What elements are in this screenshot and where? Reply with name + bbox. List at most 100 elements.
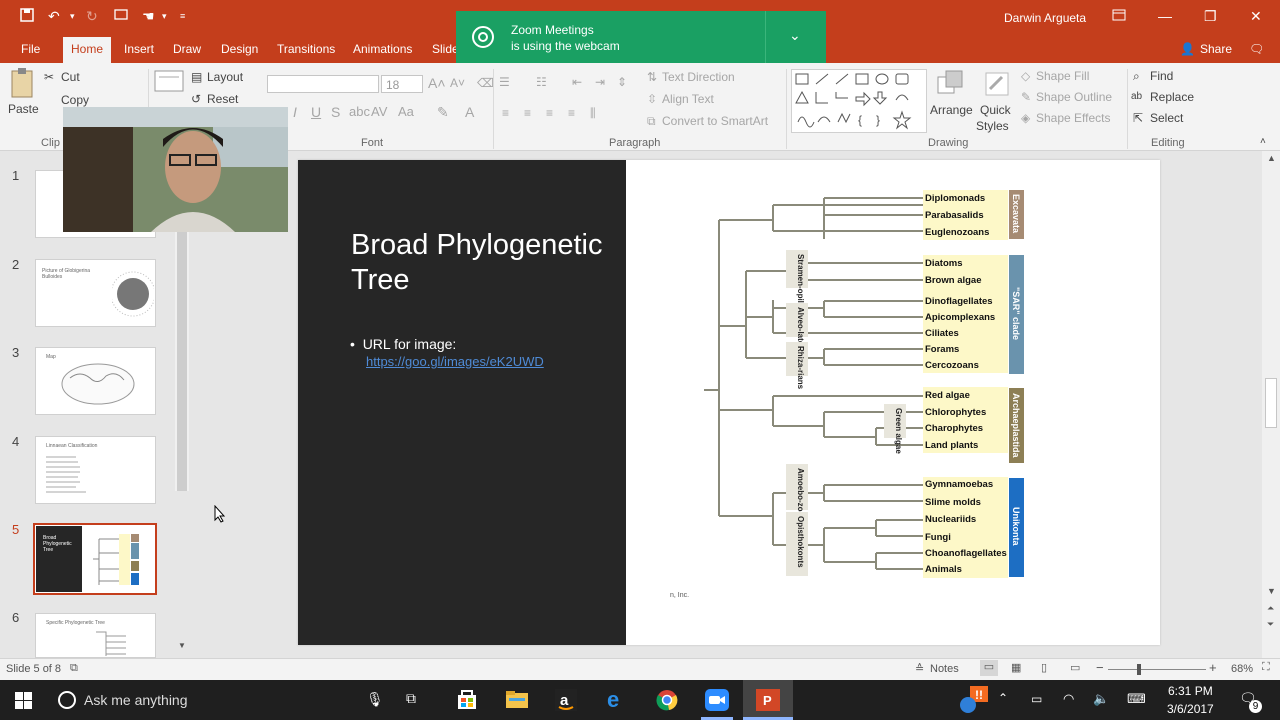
paste-button[interactable]: Paste (8, 102, 39, 116)
zoom-slider-thumb[interactable] (1137, 664, 1141, 675)
new-slide-icon[interactable] (154, 69, 184, 96)
text-direction-button[interactable]: Text Direction (662, 70, 735, 84)
quick-styles-button-line2[interactable]: Styles (976, 119, 1009, 133)
show-hidden-icons[interactable]: ⌃ (998, 691, 1008, 705)
tab-animations[interactable]: Animations (353, 41, 412, 57)
share-icon[interactable]: 👤 (1180, 41, 1195, 57)
font-family-field[interactable] (267, 75, 379, 93)
chevron-down-icon[interactable]: ⌄ (789, 27, 801, 44)
task-view-icon[interactable]: ⧉ (406, 690, 416, 707)
slide-sorter-icon[interactable]: ▦ (1011, 661, 1021, 674)
paste-icon[interactable] (9, 67, 35, 104)
chrome-icon[interactable] (656, 689, 678, 711)
font-color-icon[interactable]: A (465, 105, 474, 119)
windows-start-icon[interactable] (15, 692, 32, 709)
zoom-slider[interactable] (1108, 669, 1206, 670)
shape-fill-button[interactable]: Shape Fill (1036, 69, 1089, 83)
scroll-down-icon[interactable]: ▼ (1267, 586, 1276, 596)
underline-icon[interactable]: U (311, 105, 321, 119)
clock-time[interactable]: 6:31 PM (1168, 684, 1213, 698)
amazon-icon[interactable]: a (555, 689, 577, 711)
keyboard-icon[interactable]: ⌨ (1127, 691, 1146, 707)
shapes-gallery[interactable]: {} (791, 69, 927, 133)
zoom-app-icon[interactable] (705, 689, 729, 711)
highlight-icon[interactable]: ✎ (437, 105, 449, 119)
tab-transitions[interactable]: Transitions (277, 41, 335, 57)
cut-icon[interactable]: ✂ (44, 70, 54, 84)
align-left-icon[interactable]: ≡ (502, 106, 509, 120)
select-icon[interactable]: ⇱ (1133, 111, 1143, 125)
touch-dropdown-icon[interactable]: ▾ (162, 8, 167, 24)
slide-scrollbar[interactable]: ▲ ▼ ⏶ ⏷ (1262, 151, 1280, 658)
quick-styles-button[interactable]: Quick (980, 103, 1011, 117)
tab-design[interactable]: Design (221, 41, 258, 57)
slide-canvas[interactable]: Broad Phylogenetic Tree • URL for image:… (298, 160, 1160, 645)
quick-styles-icon[interactable] (982, 69, 1012, 102)
slide-thumbnail-2[interactable]: Picture of Globigerina Bulloides (35, 259, 156, 327)
zoom-level[interactable]: 68% (1231, 663, 1253, 675)
shape-outline-icon[interactable]: ✎ (1021, 90, 1031, 104)
bullets-icon[interactable]: ☰ (499, 75, 510, 89)
outdent-icon[interactable]: ⇥ (595, 75, 605, 89)
slide-scrollbar-thumb[interactable] (1265, 378, 1277, 428)
zoom-in-icon[interactable]: + (1209, 660, 1217, 675)
columns-icon[interactable]: ⫼ (590, 106, 596, 120)
character-spacing-icon[interactable]: AV (371, 105, 387, 119)
replace-button[interactable]: Replace (1150, 90, 1194, 104)
arrange-icon[interactable] (936, 69, 966, 102)
arrange-button[interactable]: Arrange (930, 103, 973, 117)
shape-fill-icon[interactable]: ◇ (1021, 69, 1030, 83)
find-icon[interactable]: ⌕ (1133, 69, 1140, 83)
slideshow-icon[interactable]: ▭ (1070, 661, 1080, 674)
reset-icon[interactable]: ↺ (191, 92, 201, 106)
select-button[interactable]: Select (1150, 111, 1183, 125)
shape-effects-button[interactable]: Shape Effects (1036, 111, 1111, 125)
clear-formatting-icon[interactable]: ⌫ (477, 76, 494, 90)
battery-icon[interactable]: ▭ (1031, 692, 1042, 706)
undo-icon[interactable]: ↶ (48, 8, 60, 24)
font-size-field[interactable]: 18 (381, 75, 423, 93)
grow-font-icon[interactable]: A˄ (428, 76, 446, 90)
reset-button[interactable]: Reset (207, 92, 238, 106)
phylogenetic-tree-image[interactable]: Excavata "SAR" clade Archaeplastida Unik… (626, 160, 1160, 645)
cut-button[interactable]: Cut (61, 70, 80, 84)
spell-check-icon[interactable]: ⧉ (70, 662, 78, 675)
edge-icon[interactable]: e (607, 687, 619, 713)
slide-title[interactable]: Broad Phylogenetic Tree (351, 228, 611, 298)
align-center-icon[interactable]: ≡ (524, 106, 531, 120)
powerpoint-icon[interactable]: P (756, 689, 780, 711)
customize-toolbar-icon[interactable]: ≡ (180, 8, 185, 24)
webcam-video-overlay[interactable] (63, 107, 288, 232)
tab-file[interactable]: File (21, 41, 40, 57)
convert-smartart-button[interactable]: Convert to SmartArt (662, 114, 768, 128)
close-icon[interactable]: ✕ (1250, 8, 1262, 25)
comments-icon[interactable]: 🗨 (1249, 41, 1264, 57)
clock-date[interactable]: 3/6/2017 (1167, 702, 1214, 716)
align-text-button[interactable]: Align Text (662, 92, 714, 106)
italic-icon[interactable]: I (293, 105, 297, 119)
touch-mode-icon[interactable]: ☚ (142, 8, 155, 24)
volume-icon[interactable]: 🔈 (1093, 691, 1109, 707)
redo-icon[interactable]: ↻ (86, 8, 98, 24)
store-icon[interactable] (456, 690, 478, 710)
align-right-icon[interactable]: ≡ (546, 106, 553, 120)
fit-slide-icon[interactable]: ⛶ (1262, 661, 1270, 674)
save-icon[interactable] (20, 8, 34, 25)
shape-effects-icon[interactable]: ◈ (1021, 111, 1030, 125)
indent-icon[interactable]: ⇤ (572, 75, 582, 89)
tab-home[interactable]: Home (63, 37, 112, 63)
find-button[interactable]: Find (1150, 69, 1173, 83)
shrink-font-icon[interactable]: A˅ (450, 76, 465, 90)
minimize-icon[interactable]: — (1158, 8, 1172, 24)
undo-dropdown-icon[interactable]: ▾ (70, 8, 75, 24)
start-from-beginning-icon[interactable] (114, 8, 128, 25)
zoom-webcam-notification[interactable]: Zoom Meetings is using the webcam ⌄ (456, 11, 826, 63)
shadow-icon[interactable]: S (331, 105, 340, 119)
people-icon[interactable]: !! (958, 686, 990, 714)
user-name[interactable]: Darwin Argueta (1004, 10, 1086, 26)
zoom-out-icon[interactable]: − (1096, 660, 1104, 675)
numbering-icon[interactable]: ☷ (536, 75, 547, 89)
scroll-down-icon[interactable]: ▼ (178, 641, 186, 650)
line-spacing-icon[interactable]: ⇕ (617, 75, 627, 89)
scroll-up-icon[interactable]: ▲ (1267, 153, 1276, 163)
